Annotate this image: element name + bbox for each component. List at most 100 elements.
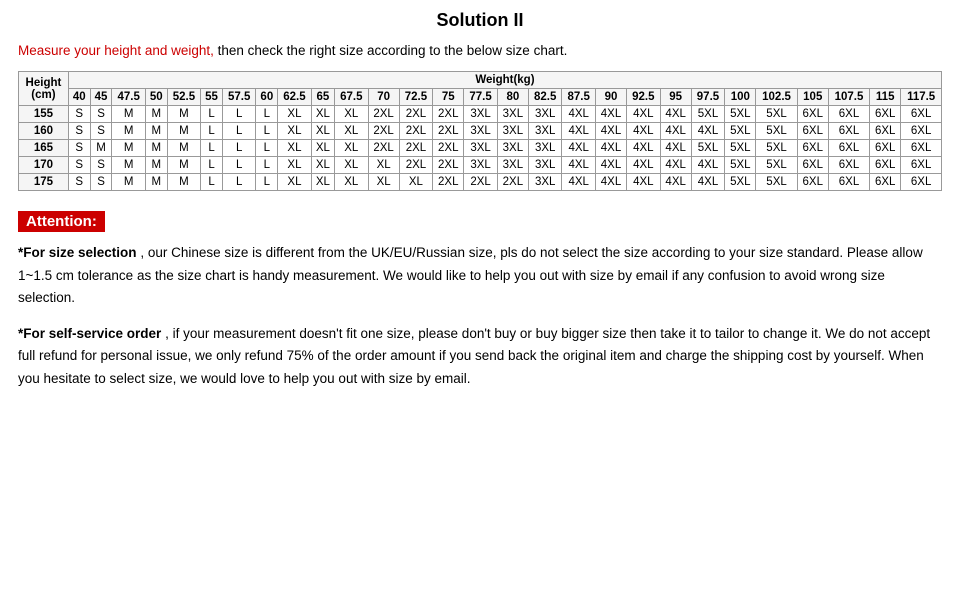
size-cell: 4XL — [660, 140, 691, 157]
weight-col-header: 77.5 — [464, 89, 498, 106]
size-cell: S — [68, 174, 90, 191]
size-cell: L — [201, 106, 223, 123]
size-cell: 3XL — [464, 140, 498, 157]
size-cell: 6XL — [870, 174, 901, 191]
size-cell: 4XL — [627, 174, 661, 191]
size-cell: S — [90, 106, 112, 123]
size-cell: 6XL — [901, 123, 942, 140]
weight-col-header: 40 — [68, 89, 90, 106]
size-cell: 4XL — [627, 140, 661, 157]
size-cell: XL — [335, 140, 369, 157]
size-cell: XL — [278, 140, 312, 157]
size-cell: L — [256, 157, 278, 174]
size-cell: S — [90, 174, 112, 191]
size-cell: XL — [278, 106, 312, 123]
weight-col-header: 102.5 — [756, 89, 797, 106]
size-cell: 2XL — [399, 140, 433, 157]
size-cell: 6XL — [797, 174, 828, 191]
weight-col-header: 92.5 — [627, 89, 661, 106]
size-cell: 5XL — [756, 140, 797, 157]
size-cell: 5XL — [725, 106, 756, 123]
weight-col-header: 55 — [201, 89, 223, 106]
size-cell: 3XL — [528, 123, 562, 140]
table-row: 170SSMMMLLLXLXLXLXL2XL2XL3XL3XL3XL4XL4XL… — [19, 157, 942, 174]
weight-col-header: 95 — [660, 89, 691, 106]
size-cell: XL — [368, 174, 399, 191]
size-cell: S — [90, 157, 112, 174]
size-cell: 4XL — [562, 106, 596, 123]
height-cell: 175 — [19, 174, 69, 191]
weight-col-header: 90 — [595, 89, 626, 106]
weight-col-header: 65 — [311, 89, 334, 106]
weight-col-header: 62.5 — [278, 89, 312, 106]
size-cell: 4XL — [562, 123, 596, 140]
size-cell: XL — [335, 106, 369, 123]
weight-col-header: 82.5 — [528, 89, 562, 106]
size-cell: 4XL — [660, 123, 691, 140]
size-cell: 3XL — [497, 157, 528, 174]
size-cell: 6XL — [828, 106, 869, 123]
size-cell: S — [90, 123, 112, 140]
size-cell: L — [222, 123, 256, 140]
size-cell: 2XL — [433, 123, 464, 140]
size-cell: 3XL — [528, 106, 562, 123]
size-cell: L — [256, 140, 278, 157]
size-cell: M — [90, 140, 112, 157]
size-cell: 6XL — [828, 157, 869, 174]
size-cell: M — [112, 157, 146, 174]
size-cell: M — [112, 140, 146, 157]
size-cell: 6XL — [797, 140, 828, 157]
size-cell: 5XL — [756, 174, 797, 191]
size-cell: 3XL — [528, 140, 562, 157]
weight-col-header: 45 — [90, 89, 112, 106]
size-cell: 3XL — [464, 157, 498, 174]
height-header: Height(cm) — [19, 72, 69, 106]
size-cell: 6XL — [828, 123, 869, 140]
size-cell: L — [222, 157, 256, 174]
size-cell: 6XL — [870, 140, 901, 157]
size-cell: M — [145, 174, 167, 191]
weight-header: Weight(kg) — [68, 72, 941, 89]
size-cell: 2XL — [399, 123, 433, 140]
size-cell: 4XL — [627, 106, 661, 123]
size-cell: S — [68, 123, 90, 140]
size-cell: 6XL — [901, 157, 942, 174]
size-cell: 5XL — [725, 123, 756, 140]
size-cell: 4XL — [595, 123, 626, 140]
size-cell: L — [201, 123, 223, 140]
height-cell: 170 — [19, 157, 69, 174]
weight-col-header: 57.5 — [222, 89, 256, 106]
size-cell: XL — [335, 123, 369, 140]
size-cell: XL — [278, 123, 312, 140]
size-cell: L — [222, 174, 256, 191]
size-cell: 5XL — [725, 157, 756, 174]
size-cell: 4XL — [691, 157, 725, 174]
size-cell: 4XL — [660, 106, 691, 123]
size-cell: M — [167, 174, 201, 191]
size-cell: 2XL — [497, 174, 528, 191]
height-cell: 155 — [19, 106, 69, 123]
size-cell: M — [112, 174, 146, 191]
size-cell: L — [201, 157, 223, 174]
size-cell: 5XL — [756, 106, 797, 123]
size-cell: 6XL — [828, 174, 869, 191]
size-cell: XL — [399, 174, 433, 191]
size-cell: XL — [311, 157, 334, 174]
size-cell: 2XL — [433, 140, 464, 157]
weight-col-header: 115 — [870, 89, 901, 106]
size-cell: 3XL — [497, 140, 528, 157]
size-cell: M — [167, 140, 201, 157]
para-self-service: *For self-service order , if your measur… — [18, 323, 942, 390]
weight-col-header: 52.5 — [167, 89, 201, 106]
size-cell: 5XL — [691, 140, 725, 157]
size-cell: 2XL — [433, 106, 464, 123]
size-cell: M — [167, 106, 201, 123]
attention-label: Attention: — [18, 211, 105, 232]
size-cell: XL — [335, 157, 369, 174]
size-cell: M — [167, 123, 201, 140]
size-cell: XL — [278, 157, 312, 174]
size-cell: 5XL — [691, 106, 725, 123]
size-cell: M — [167, 157, 201, 174]
size-cell: 2XL — [368, 106, 399, 123]
size-cell: 3XL — [497, 123, 528, 140]
